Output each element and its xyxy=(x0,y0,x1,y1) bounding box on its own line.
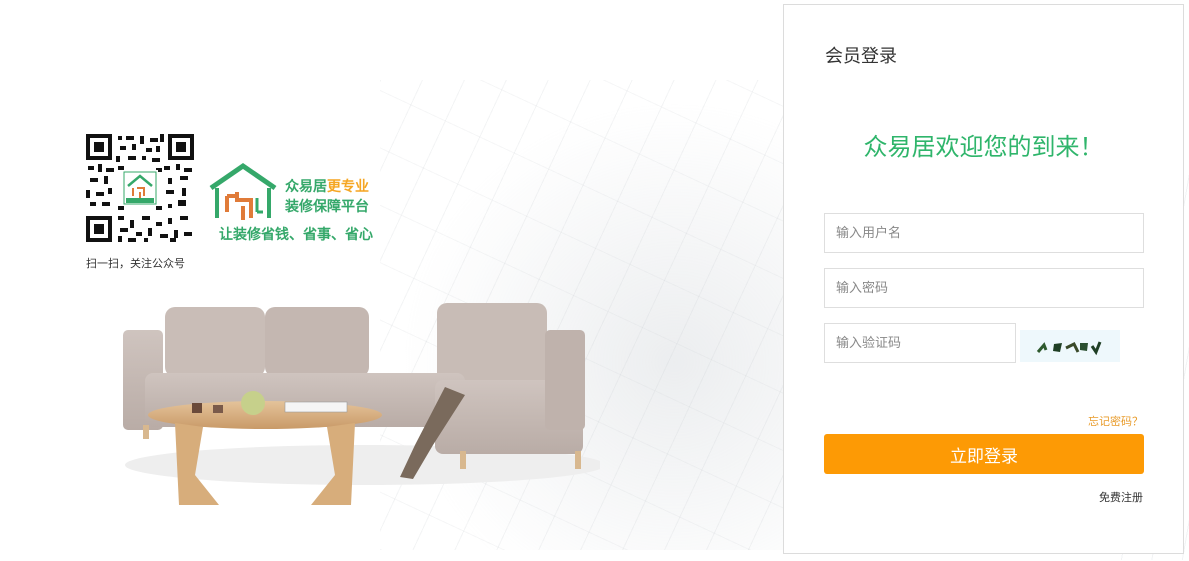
qr-code xyxy=(84,132,196,244)
login-button[interactable]: 立即登录 xyxy=(824,434,1144,474)
welcome-message: 众易居欢迎您的到来！ xyxy=(863,133,1104,161)
brand-line2: 装修保障平台 xyxy=(285,199,369,215)
brand-line1-highlight: 更专业 xyxy=(327,179,369,195)
password-input[interactable] xyxy=(824,268,1144,308)
brand-slogan: 让装修省钱、省事、省心 xyxy=(219,227,373,243)
qr-caption: 扫一扫，关注公众号 xyxy=(86,257,185,270)
register-link[interactable]: 免费注册 xyxy=(1099,489,1143,505)
house-logo-icon xyxy=(209,162,277,220)
qr-code-icon xyxy=(84,132,196,244)
captcha-input[interactable] xyxy=(824,323,1016,363)
login-panel: 会员登录 众易居欢迎您的到来！ 忘记密码？ 立即登录 免费注册 xyxy=(783,4,1184,554)
captcha-glyphs-icon xyxy=(1036,341,1102,356)
brand-logo: 众易居更专业 装修保障平台 让装修省钱、省事、省心 xyxy=(207,160,397,250)
sofa-illustration xyxy=(123,303,600,505)
login-title: 会员登录 xyxy=(825,46,897,67)
brand-line1: 众易居更专业 xyxy=(285,176,369,196)
forgot-password-link[interactable]: 忘记密码？ xyxy=(1088,413,1143,429)
brand-line1-part1: 众易居 xyxy=(285,179,327,195)
captcha-image[interactable] xyxy=(1020,330,1120,362)
username-input[interactable] xyxy=(824,213,1144,253)
